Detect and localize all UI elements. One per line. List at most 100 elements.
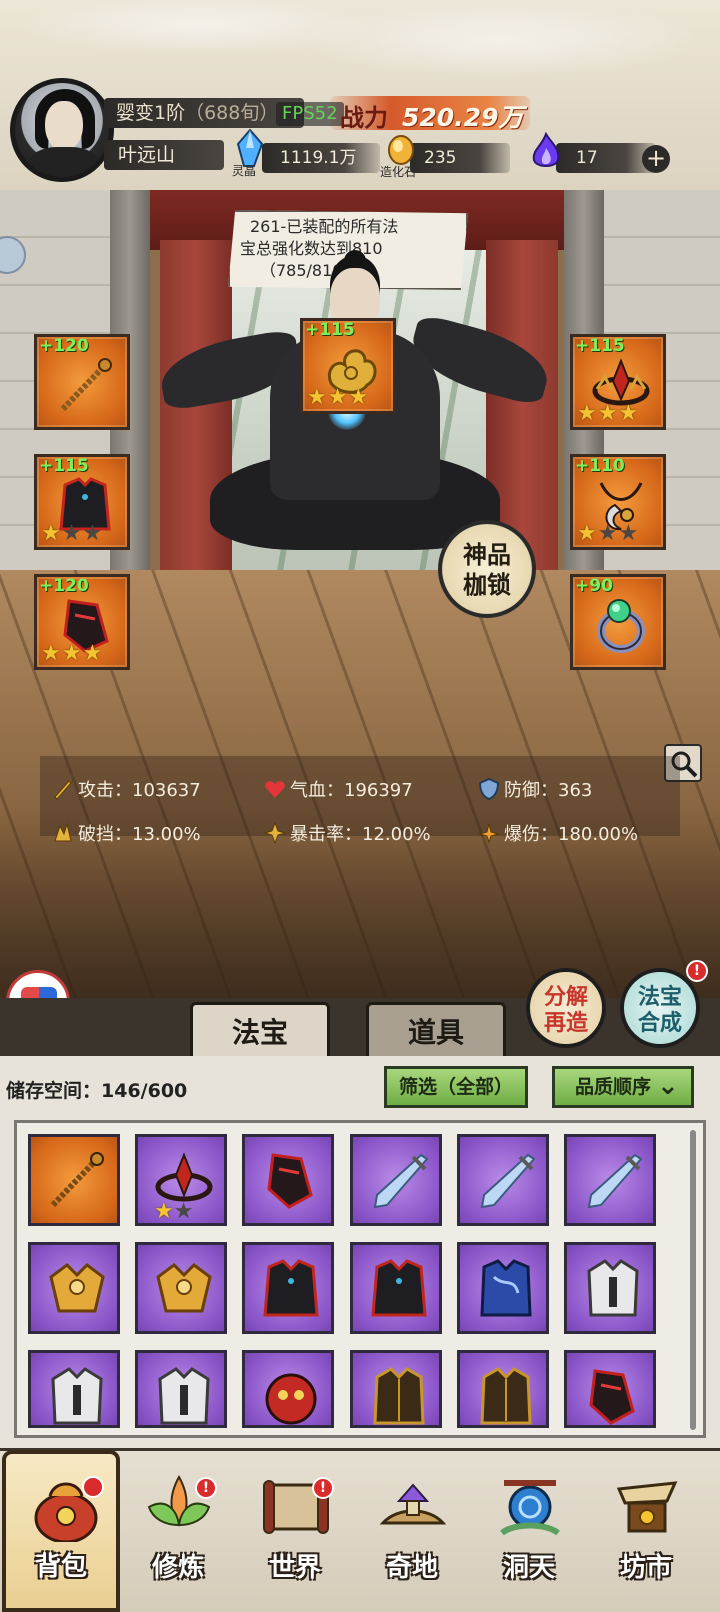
crimson-boots-icon — [267, 1153, 313, 1209]
nav-item[interactable]: 洞天 — [470, 1455, 588, 1605]
inventory-item[interactable] — [135, 1242, 227, 1334]
inventory-item[interactable] — [28, 1350, 120, 1428]
stat-label: 暴击率： — [290, 824, 362, 845]
inventory-item[interactable] — [457, 1350, 549, 1428]
inventory-item[interactable] — [564, 1242, 656, 1334]
fabao-merge-button[interactable]: 法宝 合成 — [620, 968, 700, 1048]
power-value: 520.29万 — [402, 103, 524, 132]
stat-crit-rate: 暴击率：12.00% — [264, 820, 431, 846]
nav-item[interactable]: 坊市 — [587, 1455, 705, 1605]
nav-item[interactable]: 奇地 — [353, 1455, 471, 1605]
staff-icon — [50, 1152, 104, 1208]
resource-caption: 灵晶 — [232, 164, 257, 178]
dark-robe-icon — [263, 1259, 319, 1317]
inventory-item[interactable] — [564, 1350, 656, 1428]
ice-sword-icon — [480, 1153, 536, 1209]
enhance-level: +115 — [305, 320, 355, 340]
tab-fabao[interactable]: 法宝 — [190, 1002, 330, 1058]
resource-caption: 造化石 — [380, 165, 417, 179]
alert-badge: ! — [195, 1477, 217, 1499]
stat-value: 12.00% — [362, 824, 431, 845]
inventory-item[interactable] — [564, 1134, 656, 1226]
equip-slot-right-mid[interactable]: +110 ★★★ — [570, 454, 666, 550]
crit-icon — [264, 822, 286, 844]
resource-value: 235 — [424, 148, 457, 168]
filter-button[interactable]: 筛选（全部） — [384, 1066, 528, 1108]
inventory-scrollbar[interactable] — [690, 1130, 696, 1430]
alert-badge: ! — [686, 960, 708, 982]
inventory-item[interactable]: ★★ — [135, 1134, 227, 1226]
white-armor-icon — [51, 1367, 103, 1425]
fps-counter: FPS52 — [276, 102, 344, 126]
nav-label: 世界 — [268, 1553, 321, 1583]
stat-label: 破挡： — [78, 824, 132, 845]
storage-capacity: 储存空间：146/600 — [6, 1080, 188, 1102]
inventory-item[interactable] — [28, 1134, 120, 1226]
quest-line1: 261-已装配的所有法 — [250, 217, 399, 236]
shield-icon — [478, 778, 500, 800]
stat-value: 180.00% — [558, 824, 639, 845]
tabs-area — [0, 998, 720, 1058]
golden-armor-icon — [156, 1263, 212, 1313]
resource-purple-flame[interactable]: 17 — [556, 143, 656, 173]
dark-robe-icon — [371, 1259, 427, 1317]
inventory-item[interactable] — [350, 1134, 442, 1226]
inventory-item[interactable] — [242, 1350, 334, 1428]
divine-shackle-badge[interactable]: 神品 枷锁 — [438, 520, 536, 618]
add-resource-button[interactable]: + — [642, 145, 670, 173]
chevron-down-icon: ⌄ — [657, 1071, 679, 1101]
creation-stone-icon — [388, 135, 414, 165]
badge-line1: 神品 — [463, 540, 511, 569]
nav-item[interactable]: 背包 — [2, 1450, 120, 1612]
equip-slot-right-top[interactable]: +115 ★★★ — [570, 334, 666, 430]
player-avatar[interactable] — [10, 78, 114, 182]
stat-label: 爆伤： — [504, 824, 558, 845]
pavilion-icon — [379, 1483, 447, 1525]
nav-item[interactable]: 世界! — [236, 1455, 354, 1605]
inventory-item[interactable] — [28, 1242, 120, 1334]
resource-lingjing[interactable]: 1119.1万 — [262, 143, 380, 173]
star-rating: ★★ — [154, 1199, 194, 1224]
enhance-level: +115 — [575, 336, 625, 356]
equip-slot-left-mid[interactable]: +115 ★★★ — [34, 454, 130, 550]
purple-flame-icon — [532, 132, 560, 167]
stat-value: 13.00% — [132, 824, 201, 845]
star-rating: ★★★ — [577, 521, 640, 546]
stat-hp: 气血：196397 — [264, 776, 413, 802]
break-icon — [54, 822, 72, 842]
sort-button[interactable]: 品质顺序 ⌄ — [552, 1066, 694, 1108]
equip-slot-top-center[interactable]: +115 ★★★ — [300, 318, 396, 414]
alert-badge — [82, 1476, 104, 1498]
button-line1: 分解 — [543, 984, 588, 1010]
decompose-button[interactable]: 分解 再造 — [526, 968, 606, 1048]
nav-label: 奇地 — [385, 1553, 438, 1583]
inventory-item[interactable] — [457, 1242, 549, 1334]
player-name: 叶远山 — [104, 140, 224, 170]
brown-robe-icon — [480, 1367, 532, 1425]
resource-zaohua[interactable]: 235 — [410, 143, 510, 173]
sort-label: 品质顺序 — [575, 1076, 652, 1098]
brown-robe-icon — [373, 1367, 425, 1425]
inventory-item[interactable] — [242, 1134, 334, 1226]
ice-sword-icon — [373, 1153, 429, 1209]
nav-item[interactable]: 修炼! — [119, 1455, 237, 1605]
power-label: 战力 — [340, 103, 388, 132]
equip-slot-left-bot[interactable]: +120 ★★★ — [34, 574, 130, 670]
inventory-item[interactable] — [242, 1242, 334, 1334]
inventory-item[interactable] — [135, 1350, 227, 1428]
enhance-level: +90 — [575, 576, 613, 596]
lotus-icon — [147, 1474, 211, 1527]
button-line2: 合成 — [637, 1010, 682, 1036]
tab-daoju[interactable]: 道具 — [366, 1002, 506, 1058]
equip-slot-left-top[interactable]: +120 — [34, 334, 130, 430]
nav-label: 洞天 — [502, 1553, 555, 1583]
stat-value: 103637 — [132, 780, 201, 801]
inventory-item[interactable] — [350, 1350, 442, 1428]
stat-value: 363 — [558, 780, 593, 801]
inventory-item[interactable] — [350, 1242, 442, 1334]
stat-label: 防御： — [504, 780, 558, 801]
inventory-item[interactable] — [457, 1134, 549, 1226]
bag-icon — [34, 1482, 98, 1542]
equip-slot-right-bot[interactable]: +90 — [570, 574, 666, 670]
badge-line2: 枷锁 — [463, 570, 511, 599]
